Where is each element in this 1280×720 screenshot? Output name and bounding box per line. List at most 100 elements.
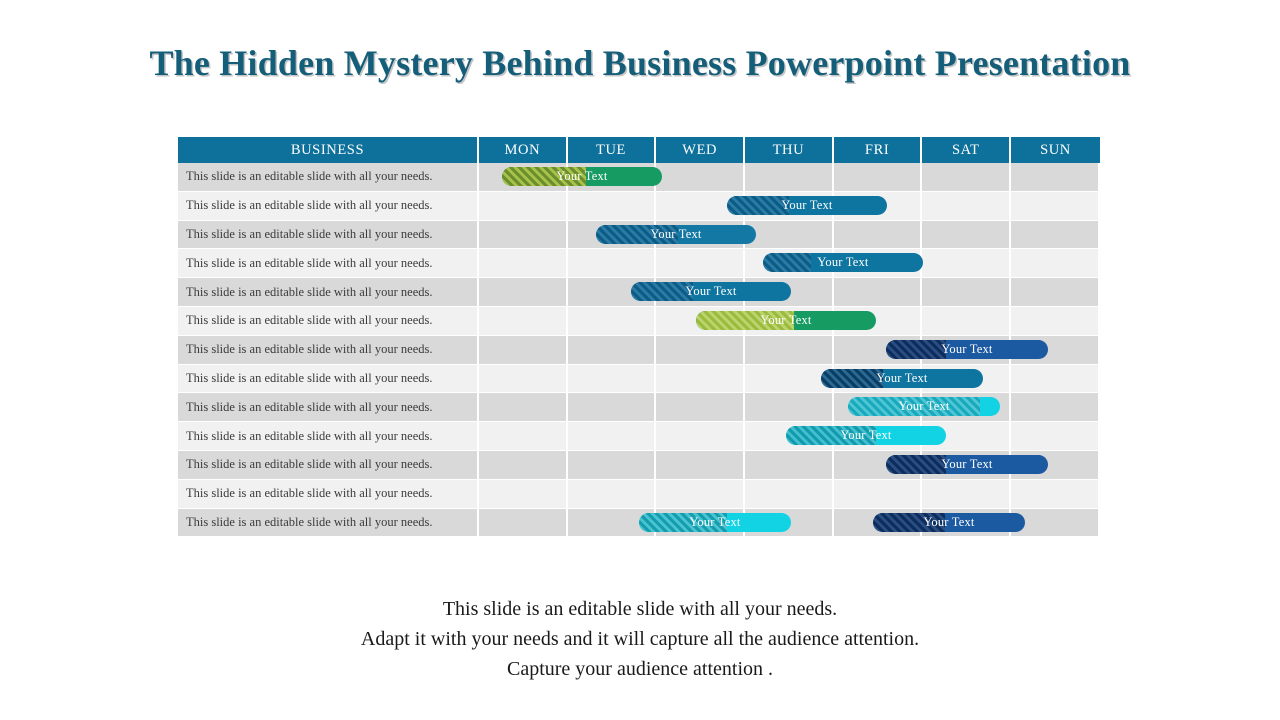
day-cell-wed[interactable] bbox=[656, 450, 746, 480]
gantt-bar[interactable]: Your Text bbox=[886, 339, 1048, 359]
day-cell-thu[interactable] bbox=[745, 450, 834, 480]
day-cell-sat[interactable] bbox=[922, 249, 1012, 279]
day-cell-thu[interactable] bbox=[745, 393, 834, 423]
day-cell-fri[interactable] bbox=[833, 220, 923, 250]
day-cell-tue[interactable] bbox=[567, 450, 657, 480]
day-cell-wed[interactable] bbox=[656, 479, 746, 509]
day-cell-wed[interactable] bbox=[656, 249, 746, 279]
day-cell-tue[interactable] bbox=[567, 422, 657, 451]
gantt-bar[interactable]: Your Text bbox=[848, 397, 1000, 417]
table-row: This slide is an editable slide with all… bbox=[178, 508, 1100, 538]
gantt-bar-label: Your Text bbox=[650, 226, 702, 241]
day-cell-thu[interactable] bbox=[745, 335, 834, 365]
day-cell-sat[interactable] bbox=[922, 163, 1012, 192]
day-cell-sun[interactable] bbox=[1011, 249, 1100, 279]
row-label: This slide is an editable slide with all… bbox=[178, 508, 479, 538]
day-cell-sat[interactable] bbox=[922, 191, 1012, 221]
gantt-bar-label: Your Text bbox=[556, 169, 608, 183]
row-label: This slide is an editable slide with all… bbox=[178, 306, 479, 336]
day-cell-fri[interactable] bbox=[833, 163, 923, 192]
day-cell-tue[interactable] bbox=[567, 335, 657, 365]
day-cell-mon[interactable] bbox=[479, 278, 568, 307]
gantt-bar[interactable]: Your Text bbox=[763, 253, 923, 273]
gantt-bar-label: Your Text bbox=[898, 399, 950, 414]
day-cell-wed[interactable] bbox=[656, 364, 746, 394]
row-label: This slide is an editable slide with all… bbox=[178, 393, 479, 423]
day-cell-thu[interactable] bbox=[745, 220, 834, 250]
day-cell-wed[interactable] bbox=[656, 422, 746, 451]
day-cell-mon[interactable] bbox=[479, 479, 568, 509]
table-body: This slide is an editable slide with all… bbox=[178, 163, 1100, 538]
day-cell-sun[interactable] bbox=[1011, 306, 1100, 336]
day-cell-wed[interactable] bbox=[656, 393, 746, 423]
day-cell-wed[interactable] bbox=[656, 335, 746, 365]
day-cell-tue[interactable] bbox=[567, 306, 657, 336]
gantt-bar[interactable]: Your Text bbox=[696, 310, 876, 330]
day-cell-wed[interactable] bbox=[656, 163, 746, 192]
column-header-wed[interactable]: WED bbox=[656, 137, 746, 163]
column-header-mon[interactable]: MON bbox=[479, 137, 568, 163]
day-cell-sun[interactable] bbox=[1011, 220, 1100, 250]
column-header-fri[interactable]: FRI bbox=[834, 137, 923, 163]
day-cell-sun[interactable] bbox=[1011, 278, 1100, 307]
gantt-chart-table: BUSINESS MON TUE WED THU FRI SAT SUN This slide… bbox=[178, 137, 1100, 538]
day-cell-sat[interactable] bbox=[922, 306, 1012, 336]
day-cell-sun[interactable] bbox=[1011, 163, 1100, 192]
table-row: This slide is an editable slide with all… bbox=[178, 335, 1100, 365]
column-header-tue[interactable]: TUE bbox=[568, 137, 657, 163]
column-header-thu[interactable]: THU bbox=[745, 137, 834, 163]
day-cell-fri[interactable] bbox=[833, 479, 923, 509]
day-cell-tue[interactable] bbox=[567, 393, 657, 423]
gantt-bar[interactable]: Your Text bbox=[886, 454, 1048, 474]
table-row: This slide is an editable slide with all… bbox=[178, 450, 1100, 480]
gantt-bar[interactable]: Your Text bbox=[631, 282, 791, 302]
day-cell-thu[interactable] bbox=[745, 163, 834, 192]
gantt-bar[interactable]: Your Text bbox=[727, 195, 887, 215]
column-header-sat[interactable]: SAT bbox=[922, 137, 1012, 163]
gantt-bar-label: Your Text bbox=[941, 456, 993, 471]
day-cell-sun[interactable] bbox=[1011, 479, 1100, 509]
gantt-bar-label: Your Text bbox=[876, 370, 928, 385]
gantt-bar[interactable]: Your Text bbox=[873, 512, 1025, 532]
day-cell-mon[interactable] bbox=[479, 393, 568, 423]
row-label: This slide is an editable slide with all… bbox=[178, 479, 479, 509]
gantt-bar-hatch bbox=[727, 195, 789, 215]
day-cell-tue[interactable] bbox=[567, 479, 657, 509]
gantt-bar-label: Your Text bbox=[840, 428, 892, 443]
day-cell-fri[interactable] bbox=[833, 278, 923, 307]
day-cell-mon[interactable] bbox=[479, 335, 568, 365]
gantt-bar[interactable]: Your Text bbox=[821, 368, 983, 388]
gantt-bar[interactable]: Your Text bbox=[596, 224, 756, 244]
gantt-bar[interactable]: Your Text bbox=[786, 426, 946, 446]
day-cell-sat[interactable] bbox=[922, 278, 1012, 307]
row-label: This slide is an editable slide with all… bbox=[178, 249, 479, 279]
day-cell-mon[interactable] bbox=[479, 249, 568, 279]
column-header-sun[interactable]: SUN bbox=[1011, 137, 1100, 163]
day-cell-sun[interactable] bbox=[1011, 191, 1100, 221]
table-row: This slide is an editable slide with all… bbox=[178, 422, 1100, 451]
gantt-bar[interactable]: Your Text bbox=[502, 167, 662, 186]
day-cell-sun[interactable] bbox=[1011, 393, 1100, 423]
day-cell-tue[interactable] bbox=[567, 249, 657, 279]
day-cell-sun[interactable] bbox=[1011, 422, 1100, 451]
gantt-bar-label: Your Text bbox=[817, 255, 869, 270]
day-cell-mon[interactable] bbox=[479, 306, 568, 336]
day-cell-mon[interactable] bbox=[479, 364, 568, 394]
slide-caption: This slide is an editable slide with all… bbox=[0, 594, 1280, 684]
day-cell-mon[interactable] bbox=[479, 450, 568, 480]
gantt-bar-hatch bbox=[763, 253, 811, 273]
day-cell-sat[interactable] bbox=[922, 220, 1012, 250]
column-header-business[interactable]: BUSINESS bbox=[178, 137, 479, 163]
day-cell-thu[interactable] bbox=[745, 479, 834, 509]
day-cell-tue[interactable] bbox=[567, 191, 657, 221]
day-cell-sat[interactable] bbox=[922, 479, 1012, 509]
day-cell-mon[interactable] bbox=[479, 191, 568, 221]
day-cell-sun[interactable] bbox=[1011, 364, 1100, 394]
day-cell-mon[interactable] bbox=[479, 220, 568, 250]
gantt-bar-label: Your Text bbox=[941, 341, 993, 356]
gantt-bar[interactable]: Your Text bbox=[639, 512, 791, 532]
day-cell-tue[interactable] bbox=[567, 364, 657, 394]
row-label: This slide is an editable slide with all… bbox=[178, 191, 479, 221]
day-cell-mon[interactable] bbox=[479, 422, 568, 451]
day-cell-mon[interactable] bbox=[479, 508, 568, 538]
